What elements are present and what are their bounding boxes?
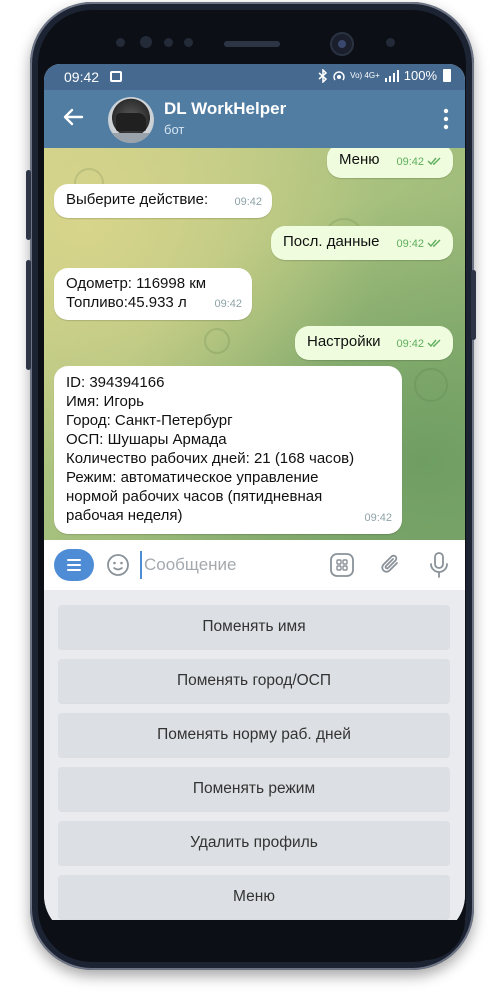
bottom-bezel xyxy=(44,920,465,960)
emoji-icon[interactable] xyxy=(106,553,130,577)
battery-percent: 100% xyxy=(403,68,437,83)
earpiece-speaker xyxy=(224,41,280,47)
message-outgoing[interactable]: Посл. данные 09:42 xyxy=(271,226,453,260)
message-text: Посл. данные xyxy=(283,233,380,250)
message-input-bar xyxy=(44,540,465,590)
message-text: ID: 394394166 Имя: Игорь Город: Санкт-Пе… xyxy=(66,374,355,524)
front-camera xyxy=(332,34,352,54)
attach-icon[interactable] xyxy=(378,552,404,578)
wallpaper-doodle xyxy=(414,368,448,402)
message-meta: 09:42 xyxy=(396,153,443,172)
wallpaper-doodle xyxy=(204,328,230,354)
message-incoming[interactable]: Одометр: 116998 км Топливо:45.933 л 09:4… xyxy=(54,268,252,320)
message-text: Одометр: 116998 км Топливо:45.933 л xyxy=(66,275,207,311)
more-menu-icon[interactable] xyxy=(443,108,449,130)
message-text: Настройки xyxy=(307,333,381,350)
bot-menu-button[interactable] xyxy=(54,549,94,581)
message-time: 09:42 xyxy=(396,338,424,350)
bot-avatar[interactable] xyxy=(108,97,154,143)
sensor-dot xyxy=(116,38,125,47)
message-outgoing[interactable]: Настройки 09:42 xyxy=(295,326,453,360)
double-check-icon xyxy=(427,157,441,166)
sensor-dot xyxy=(140,36,152,48)
microphone-icon[interactable] xyxy=(428,551,450,579)
hotspot-icon xyxy=(333,70,345,80)
message-time: 09:42 xyxy=(396,238,424,250)
delete-profile-button[interactable]: Удалить профиль xyxy=(58,821,450,865)
signal-icon xyxy=(384,69,399,82)
status-time: 09:42 xyxy=(64,69,100,85)
chat-title[interactable]: DL WorkHelper xyxy=(164,99,286,119)
change-workdays-button[interactable]: Поменять норму раб. дней xyxy=(58,713,450,757)
message-outgoing[interactable]: Меню 09:42 xyxy=(327,148,453,178)
sensor-dot xyxy=(184,38,193,47)
volume-button xyxy=(26,170,31,240)
back-arrow-icon[interactable] xyxy=(60,104,86,130)
gallery-notification-icon xyxy=(110,71,122,82)
message-text: Выберите действие: xyxy=(66,191,209,208)
bluetooth-icon xyxy=(318,68,328,83)
message-incoming[interactable]: ID: 394394166 Имя: Игорь Город: Санкт-Пе… xyxy=(54,366,402,534)
message-time: 09:42 xyxy=(364,512,392,524)
chat-subtitle: бот xyxy=(164,122,185,137)
message-meta: 09:42 xyxy=(396,335,443,354)
sensor-dot xyxy=(386,38,395,47)
power-button xyxy=(471,270,476,340)
change-city-button[interactable]: Поменять город/ОСП xyxy=(58,659,450,703)
bot-keyboard-icon[interactable] xyxy=(329,552,355,578)
message-time: 09:42 xyxy=(234,196,262,208)
chat-header: DL WorkHelper бот xyxy=(44,90,465,148)
message-meta: 09:42 xyxy=(396,235,443,254)
sensor-dot xyxy=(164,38,173,47)
network-label: Vo) 4G+ xyxy=(350,70,380,80)
message-time: 09:42 xyxy=(396,156,424,168)
double-check-icon xyxy=(427,339,441,348)
menu-button[interactable]: Меню xyxy=(58,875,450,919)
message-text: Меню xyxy=(339,151,380,168)
message-input[interactable] xyxy=(140,551,320,579)
change-name-button[interactable]: Поменять имя xyxy=(58,605,450,649)
bot-reply-keyboard: Поменять имя Поменять город/ОСП Поменять… xyxy=(44,590,465,937)
bixby-button xyxy=(26,260,31,370)
chat-messages-area[interactable]: Меню 09:42 Выберите действие: 09:42 Посл… xyxy=(44,148,465,540)
message-incoming[interactable]: Выберите действие: 09:42 xyxy=(54,184,272,218)
top-bezel xyxy=(42,14,462,66)
message-time: 09:42 xyxy=(214,298,242,310)
battery-icon xyxy=(443,69,451,82)
phone-screen: 09:42 Vo) 4G+ 100% DL WorkHelper бот Мен… xyxy=(44,64,465,937)
double-check-icon xyxy=(427,239,441,248)
change-mode-button[interactable]: Поменять режим xyxy=(58,767,450,811)
status-bar: 09:42 Vo) 4G+ 100% xyxy=(44,64,465,90)
